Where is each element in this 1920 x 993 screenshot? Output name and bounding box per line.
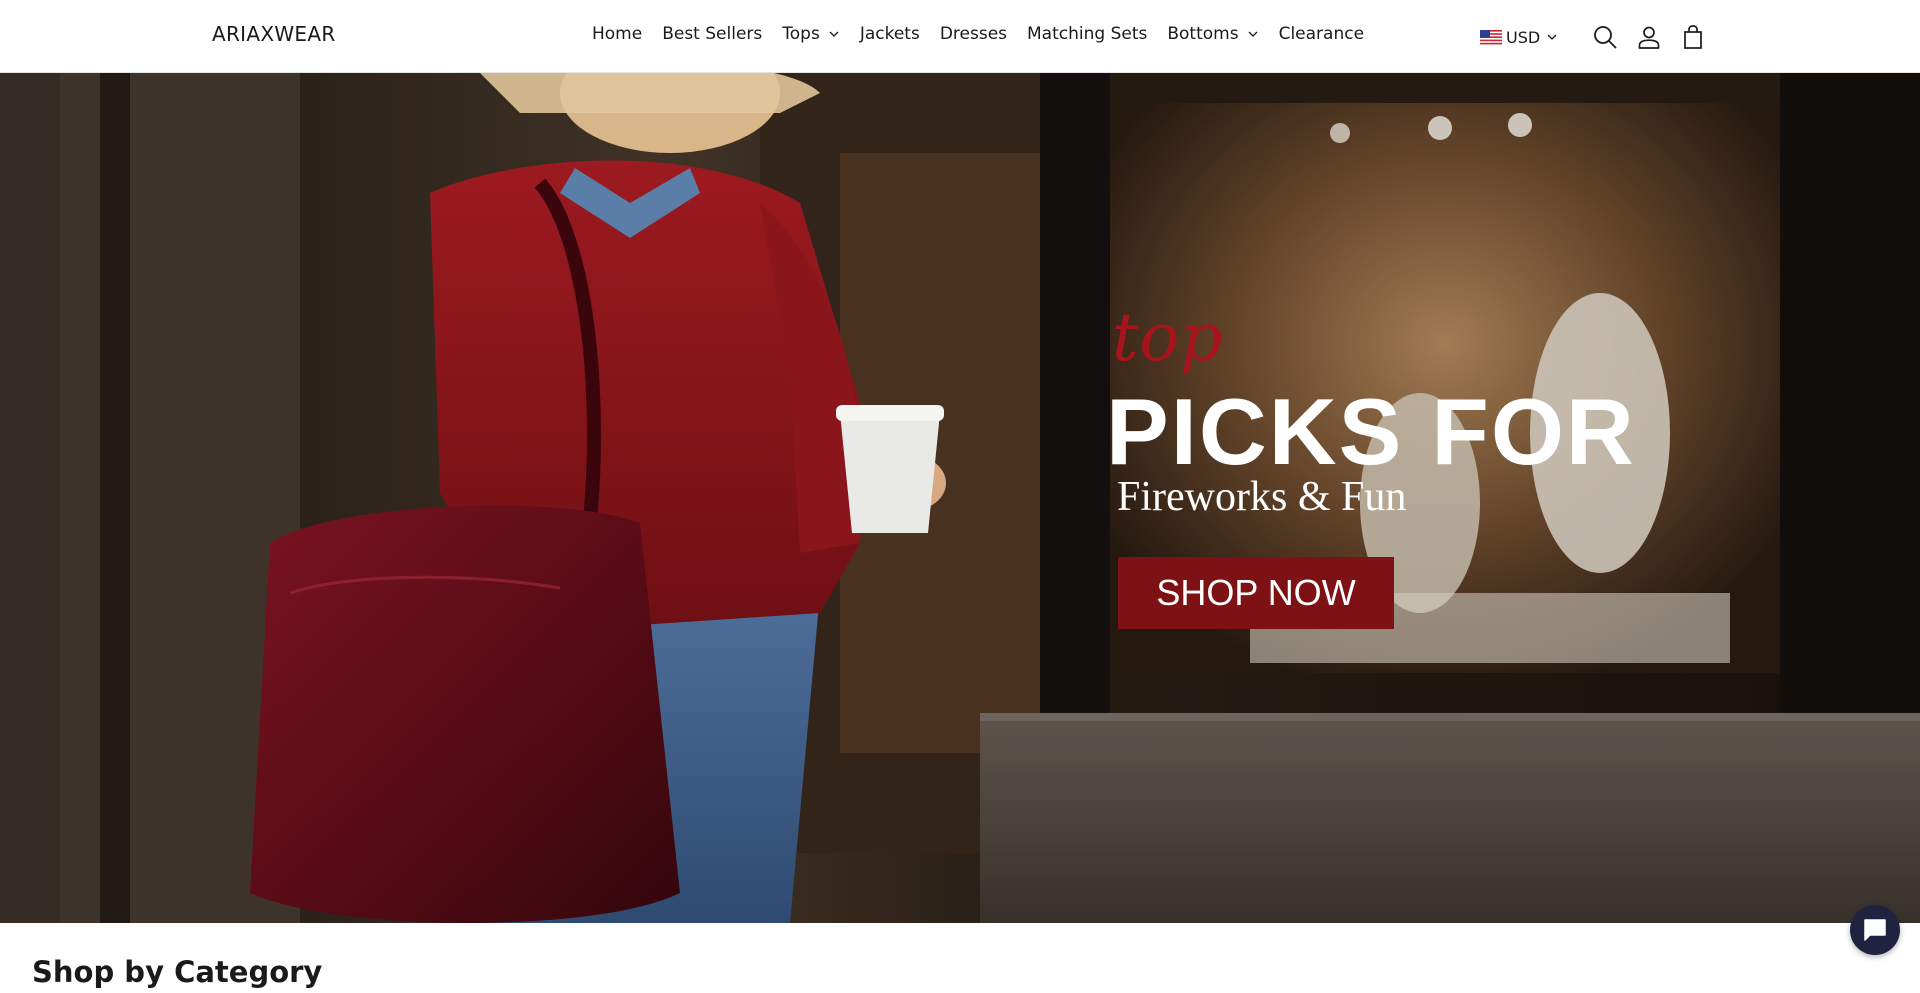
nav-item-label: Best Sellers: [662, 24, 763, 44]
nav-item-label: Matching Sets: [1027, 24, 1148, 44]
site-header: ARIAXWEAR Home Best Sellers Tops Jackets…: [0, 0, 1920, 73]
nav-item-dresses[interactable]: Dresses: [930, 24, 1017, 44]
main-nav: Home Best Sellers Tops Jackets Dresses M…: [582, 24, 1374, 44]
site-logo[interactable]: ARIAXWEAR: [212, 22, 336, 46]
nav-item-tops[interactable]: Tops: [772, 24, 850, 44]
section-title: Shop by Category: [32, 955, 323, 989]
currency-selector[interactable]: USD: [1480, 28, 1558, 47]
currency-label: USD: [1506, 27, 1541, 47]
hero-background-image: [0, 73, 1920, 923]
nav-item-matching-sets[interactable]: Matching Sets: [1017, 24, 1157, 44]
us-flag-icon: [1480, 29, 1502, 45]
cart-icon[interactable]: [1680, 24, 1706, 50]
nav-item-home[interactable]: Home: [582, 24, 652, 44]
header-utilities: USD: [1480, 22, 1706, 52]
nav-item-label: Dresses: [939, 24, 1008, 44]
nav-item-best-sellers[interactable]: Best Sellers: [652, 24, 772, 44]
nav-item-clearance[interactable]: Clearance: [1269, 24, 1374, 44]
account-icon[interactable]: [1636, 24, 1662, 50]
nav-item-label: Home: [592, 24, 643, 44]
chevron-down-icon: [829, 31, 839, 37]
chat-icon: [1864, 919, 1886, 941]
nav-item-bottoms[interactable]: Bottoms: [1157, 24, 1268, 44]
hero-subtitle: Fireworks & Fun: [1117, 474, 1407, 520]
chevron-down-icon: [1547, 34, 1557, 40]
shop-now-button[interactable]: SHOP NOW: [1118, 557, 1394, 629]
chat-button[interactable]: [1850, 905, 1900, 955]
nav-item-label: Jackets: [859, 24, 920, 44]
nav-item-label: Bottoms: [1167, 24, 1239, 44]
chevron-down-icon: [1248, 31, 1258, 37]
nav-item-jackets[interactable]: Jackets: [850, 24, 930, 44]
nav-item-label: Clearance: [1278, 24, 1365, 44]
hero-script-text: top: [1112, 299, 1224, 376]
nav-item-label: Tops: [782, 24, 820, 44]
hero-banner: top PICKS FOR Fireworks & Fun SHOP NOW: [0, 73, 1920, 923]
hero-title: PICKS FOR: [1106, 379, 1636, 484]
search-icon[interactable]: [1592, 24, 1618, 50]
